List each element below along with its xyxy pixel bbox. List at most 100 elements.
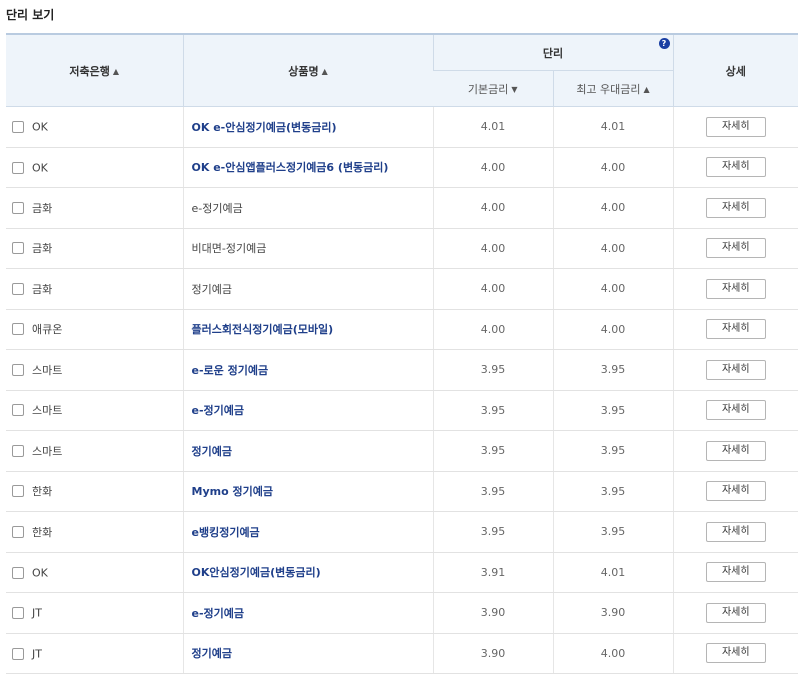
product-link[interactable]: OK e-안심앱플러스정기예금6 (변동금리) [182, 147, 433, 188]
product-link[interactable]: OK안심정기예금(변동금리) [182, 552, 433, 593]
bank-name: 스마트 [32, 363, 63, 377]
detail-cell: 자세히 [672, 390, 798, 431]
detail-button[interactable]: 자세히 [705, 116, 766, 137]
help-icon[interactable]: ? [658, 38, 670, 49]
max-rate-cell: 4.00 [552, 187, 673, 229]
max-rate-cell: 4.00 [552, 228, 673, 269]
row-checkbox[interactable] [12, 242, 24, 255]
product-link[interactable]: e-정기예금 [182, 390, 433, 431]
sort-down-icon[interactable]: ▼ [511, 85, 517, 94]
detail-button[interactable]: 자세히 [705, 562, 766, 583]
max-rate-cell: 4.00 [552, 268, 673, 310]
product-link[interactable]: e뱅킹정기예금 [182, 511, 433, 553]
table-row: OK OK안심정기예금(변동금리) 3.91 4.01 자세히 [6, 552, 798, 593]
rate-table: 저축은행 ▲ 상품명 ▲ 단리 ? 상세 기본금리 ▼ 최고 우대금리 ▲ OK OK … [6, 33, 798, 674]
bank-cell: 금화 [6, 268, 183, 310]
detail-button[interactable]: 자세히 [705, 440, 766, 461]
bank-name: OK [32, 566, 48, 579]
sort-up-icon[interactable]: ▲ [644, 85, 650, 94]
product-link[interactable]: OK e-안심정기예금(변동금리) [182, 106, 433, 148]
detail-button[interactable]: 자세히 [705, 643, 766, 664]
product-link[interactable]: e-정기예금 [182, 592, 433, 634]
header-product[interactable]: 상품명 ▲ [182, 34, 433, 107]
detail-button[interactable]: 자세히 [705, 521, 766, 542]
bank-cell: 스마트 [6, 430, 183, 472]
bank-name: OK [32, 120, 48, 134]
bank-cell: 한화 [6, 471, 183, 512]
base-rate-cell: 3.95 [432, 349, 553, 391]
page-title: 단리 보기 [6, 8, 55, 22]
bank-cell: OK [6, 552, 183, 593]
row-checkbox[interactable] [12, 323, 24, 336]
bank-name: 금화 [32, 282, 53, 296]
table-row: 스마트 정기예금 3.95 3.95 자세히 [6, 430, 798, 472]
bank-name: 한화 [32, 485, 53, 499]
row-checkbox[interactable] [12, 525, 24, 538]
table-row: OK OK e-안심정기예금(변동금리) 4.01 4.01 자세히 [6, 106, 798, 148]
bank-cell: 금화 [6, 187, 183, 229]
detail-cell: 자세히 [672, 268, 798, 310]
table-row: JT e-정기예금 3.90 3.90 자세히 [6, 592, 798, 634]
bank-cell: JT [6, 633, 183, 674]
max-rate-cell: 3.95 [552, 511, 673, 553]
detail-button[interactable]: 자세히 [705, 319, 766, 340]
bank-cell: OK [6, 106, 183, 148]
row-checkbox[interactable] [12, 485, 24, 498]
detail-cell: 자세히 [672, 349, 798, 391]
detail-button[interactable]: 자세히 [705, 278, 766, 299]
base-rate-cell: 4.00 [432, 309, 553, 350]
row-checkbox[interactable] [12, 121, 24, 133]
max-rate-cell: 3.90 [552, 592, 673, 634]
bank-name: JT [32, 647, 42, 660]
sort-up-icon[interactable]: ▲ [322, 67, 328, 76]
detail-cell: 자세히 [672, 187, 798, 229]
product-name: 정기예금 [182, 268, 433, 310]
product-link[interactable]: Mymo 정기예금 [182, 471, 433, 512]
product-link[interactable]: 정기예금 [182, 633, 433, 674]
product-name: e-정기예금 [182, 187, 433, 229]
table-row: 금화 e-정기예금 4.00 4.00 자세히 [6, 187, 798, 229]
sort-up-icon[interactable]: ▲ [113, 67, 119, 76]
detail-button[interactable]: 자세히 [705, 238, 766, 259]
row-checkbox[interactable] [12, 363, 24, 376]
row-checkbox[interactable] [12, 404, 24, 417]
product-link[interactable]: e-로운 정기예금 [182, 349, 433, 391]
header-rate-label: 단리 [542, 46, 564, 60]
row-checkbox[interactable] [12, 282, 24, 295]
detail-button[interactable]: 자세히 [705, 602, 766, 623]
detail-button[interactable]: 자세히 [705, 481, 766, 502]
bank-cell: 스마트 [6, 349, 183, 391]
base-rate-cell: 3.90 [432, 592, 553, 634]
detail-button[interactable]: 자세히 [705, 197, 766, 218]
detail-cell: 자세히 [672, 309, 798, 350]
row-checkbox[interactable] [12, 444, 24, 457]
bank-name: 애큐온 [32, 323, 63, 337]
header-bank[interactable]: 저축은행 ▲ [6, 34, 183, 107]
base-rate-cell: 3.90 [432, 633, 553, 674]
bank-name: 스마트 [32, 404, 63, 418]
product-link[interactable]: 플러스회전식정기예금(모바일) [182, 309, 433, 350]
product-link[interactable]: 정기예금 [182, 430, 433, 472]
bank-cell: OK [6, 147, 183, 188]
base-rate-cell: 3.95 [432, 511, 553, 553]
row-checkbox[interactable] [12, 607, 24, 619]
table-row: OK OK e-안심앱플러스정기예금6 (변동금리) 4.00 4.00 자세히 [6, 147, 798, 188]
header-detail: 상세 [672, 34, 798, 107]
header-max-rate[interactable]: 최고 우대금리 ▲ [552, 70, 673, 107]
base-rate-cell: 4.00 [432, 147, 553, 188]
max-rate-cell: 4.01 [552, 552, 673, 593]
bank-cell: 한화 [6, 511, 183, 553]
bank-cell: 금화 [6, 228, 183, 269]
row-checkbox[interactable] [12, 566, 24, 579]
row-checkbox[interactable] [12, 647, 24, 660]
detail-button[interactable]: 자세히 [705, 359, 766, 380]
detail-button[interactable]: 자세히 [705, 400, 766, 421]
row-checkbox[interactable] [12, 201, 24, 214]
product-name: 비대면-정기예금 [182, 228, 433, 269]
detail-button[interactable]: 자세히 [705, 157, 766, 178]
row-checkbox[interactable] [12, 161, 24, 174]
header-base-rate[interactable]: 기본금리 ▼ [433, 70, 553, 107]
detail-cell: 자세히 [672, 592, 798, 634]
bank-name: 금화 [32, 242, 53, 256]
detail-cell: 자세히 [672, 471, 798, 512]
